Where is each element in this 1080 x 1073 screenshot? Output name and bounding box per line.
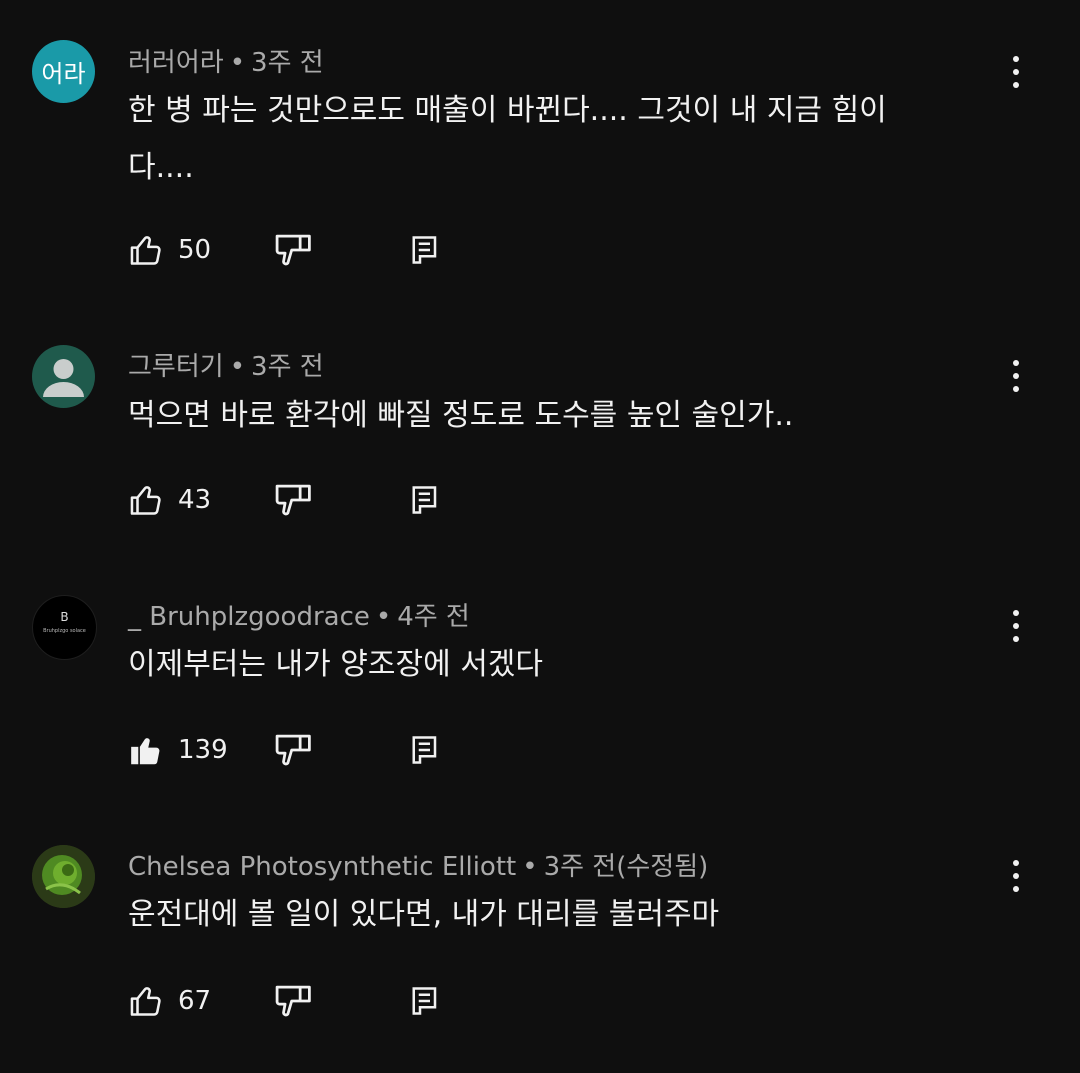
reply-button[interactable] xyxy=(410,480,440,520)
meta-separator: • xyxy=(229,352,246,382)
reply-comment-icon xyxy=(412,236,437,264)
reply-button[interactable] xyxy=(410,730,440,770)
dislike-button[interactable] xyxy=(274,981,314,1021)
more-options-button[interactable] xyxy=(1004,356,1028,396)
like-count: 139 xyxy=(178,735,228,765)
dislike-button[interactable] xyxy=(274,730,314,770)
comment-meta: 러러어라 • 3주 전 xyxy=(128,42,324,79)
reply-button[interactable] xyxy=(410,981,440,1021)
author-name[interactable]: 러러어라 xyxy=(128,48,224,78)
comment-time: 3주 전 xyxy=(251,48,324,78)
like-button[interactable]: 67 xyxy=(128,981,211,1021)
meta-separator: • xyxy=(375,602,392,632)
reply-button[interactable] xyxy=(410,230,440,270)
channel-logo: B Bruhplzgo solace xyxy=(33,610,96,635)
avatar-photo xyxy=(32,845,95,908)
default-avatar-icon xyxy=(43,359,84,397)
comment-meta: 그루터기 • 3주 전 xyxy=(128,346,324,383)
comment-text: 이제부터는 내가 양조장에 서겠다 xyxy=(128,647,544,682)
dislike-button[interactable] xyxy=(274,480,314,520)
comment-actions: 43 xyxy=(128,480,528,520)
reply-comment-icon xyxy=(412,736,437,764)
thumb-down-icon xyxy=(275,985,311,1017)
comment-meta: Chelsea Photosynthetic Elliott • 3주 전(수정됨) xyxy=(128,846,708,883)
comment-item: 그루터기 • 3주 전 먹으면 바로 환각에 빠질 정도로 도수를 높인 술인가..… xyxy=(0,300,1080,540)
comment-text: 먹으면 바로 환각에 빠질 정도로 도수를 높인 술인가.. xyxy=(128,398,794,433)
author-name[interactable]: 그루터기 xyxy=(128,352,224,382)
meta-separator: • xyxy=(229,48,246,78)
like-count: 50 xyxy=(178,235,212,265)
avatar[interactable]: 어라 xyxy=(32,40,95,103)
like-button[interactable]: 50 xyxy=(128,230,211,270)
comment-time: 4주 전 xyxy=(397,602,470,632)
more-options-button[interactable] xyxy=(1004,856,1028,896)
thumb-down-icon xyxy=(275,484,311,516)
comment-text: 한 병 파는 것만으로도 매출이 바뀐다.... 그것이 내 지금 힘이다...… xyxy=(128,93,887,185)
comment-time: 3주 전(수정됨) xyxy=(543,852,709,882)
like-count: 43 xyxy=(178,485,212,515)
thumb-up-filled-icon xyxy=(131,738,160,765)
avatar-initials: 어라 xyxy=(41,60,86,88)
thumb-down-icon xyxy=(275,734,311,766)
author-name[interactable]: Chelsea Photosynthetic Elliott xyxy=(128,852,516,882)
thumb-up-icon xyxy=(130,987,161,1016)
more-options-button[interactable] xyxy=(1004,606,1028,646)
reply-comment-icon xyxy=(412,987,437,1015)
thumb-down-icon xyxy=(275,234,311,266)
comment-actions: 50 xyxy=(128,230,528,270)
like-count: 67 xyxy=(178,986,212,1016)
avatar[interactable] xyxy=(32,845,95,908)
comment-time: 3주 전 xyxy=(251,352,324,382)
comment-actions: 67 xyxy=(128,981,528,1021)
comment-actions: 139 xyxy=(128,730,528,770)
dislike-button[interactable] xyxy=(274,230,314,270)
thumb-up-icon xyxy=(130,236,161,265)
comment-meta: _ Bruhplzgoodrace • 4주 전 xyxy=(128,596,470,633)
comment-item: Chelsea Photosynthetic Elliott • 3주 전(수정됨)… xyxy=(0,800,1080,1060)
avatar[interactable] xyxy=(32,345,95,408)
meta-separator: • xyxy=(522,852,538,882)
comment-item: 어라 러러어라 • 3주 전 한 병 파는 것만으로도 매출이 바뀐다.... 그것… xyxy=(0,0,1080,290)
reply-comment-icon xyxy=(412,486,437,514)
avatar-letter: B xyxy=(60,610,69,624)
comment-item: B Bruhplzgo solace _ Bruhplzgoodrace • 4주 … xyxy=(0,550,1080,790)
like-button[interactable]: 43 xyxy=(128,480,211,520)
like-button[interactable]: 139 xyxy=(128,730,228,770)
comment-text: 운전대에 볼 일이 있다면, 내가 대리를 불러주마 xyxy=(128,897,720,932)
author-name[interactable]: _ Bruhplzgoodrace xyxy=(128,602,370,632)
avatar[interactable]: B Bruhplzgo solace xyxy=(32,595,97,660)
more-options-button[interactable] xyxy=(1004,52,1028,92)
thumb-up-icon xyxy=(130,486,161,515)
avatar-caption: Bruhplzgo solace xyxy=(43,628,86,634)
